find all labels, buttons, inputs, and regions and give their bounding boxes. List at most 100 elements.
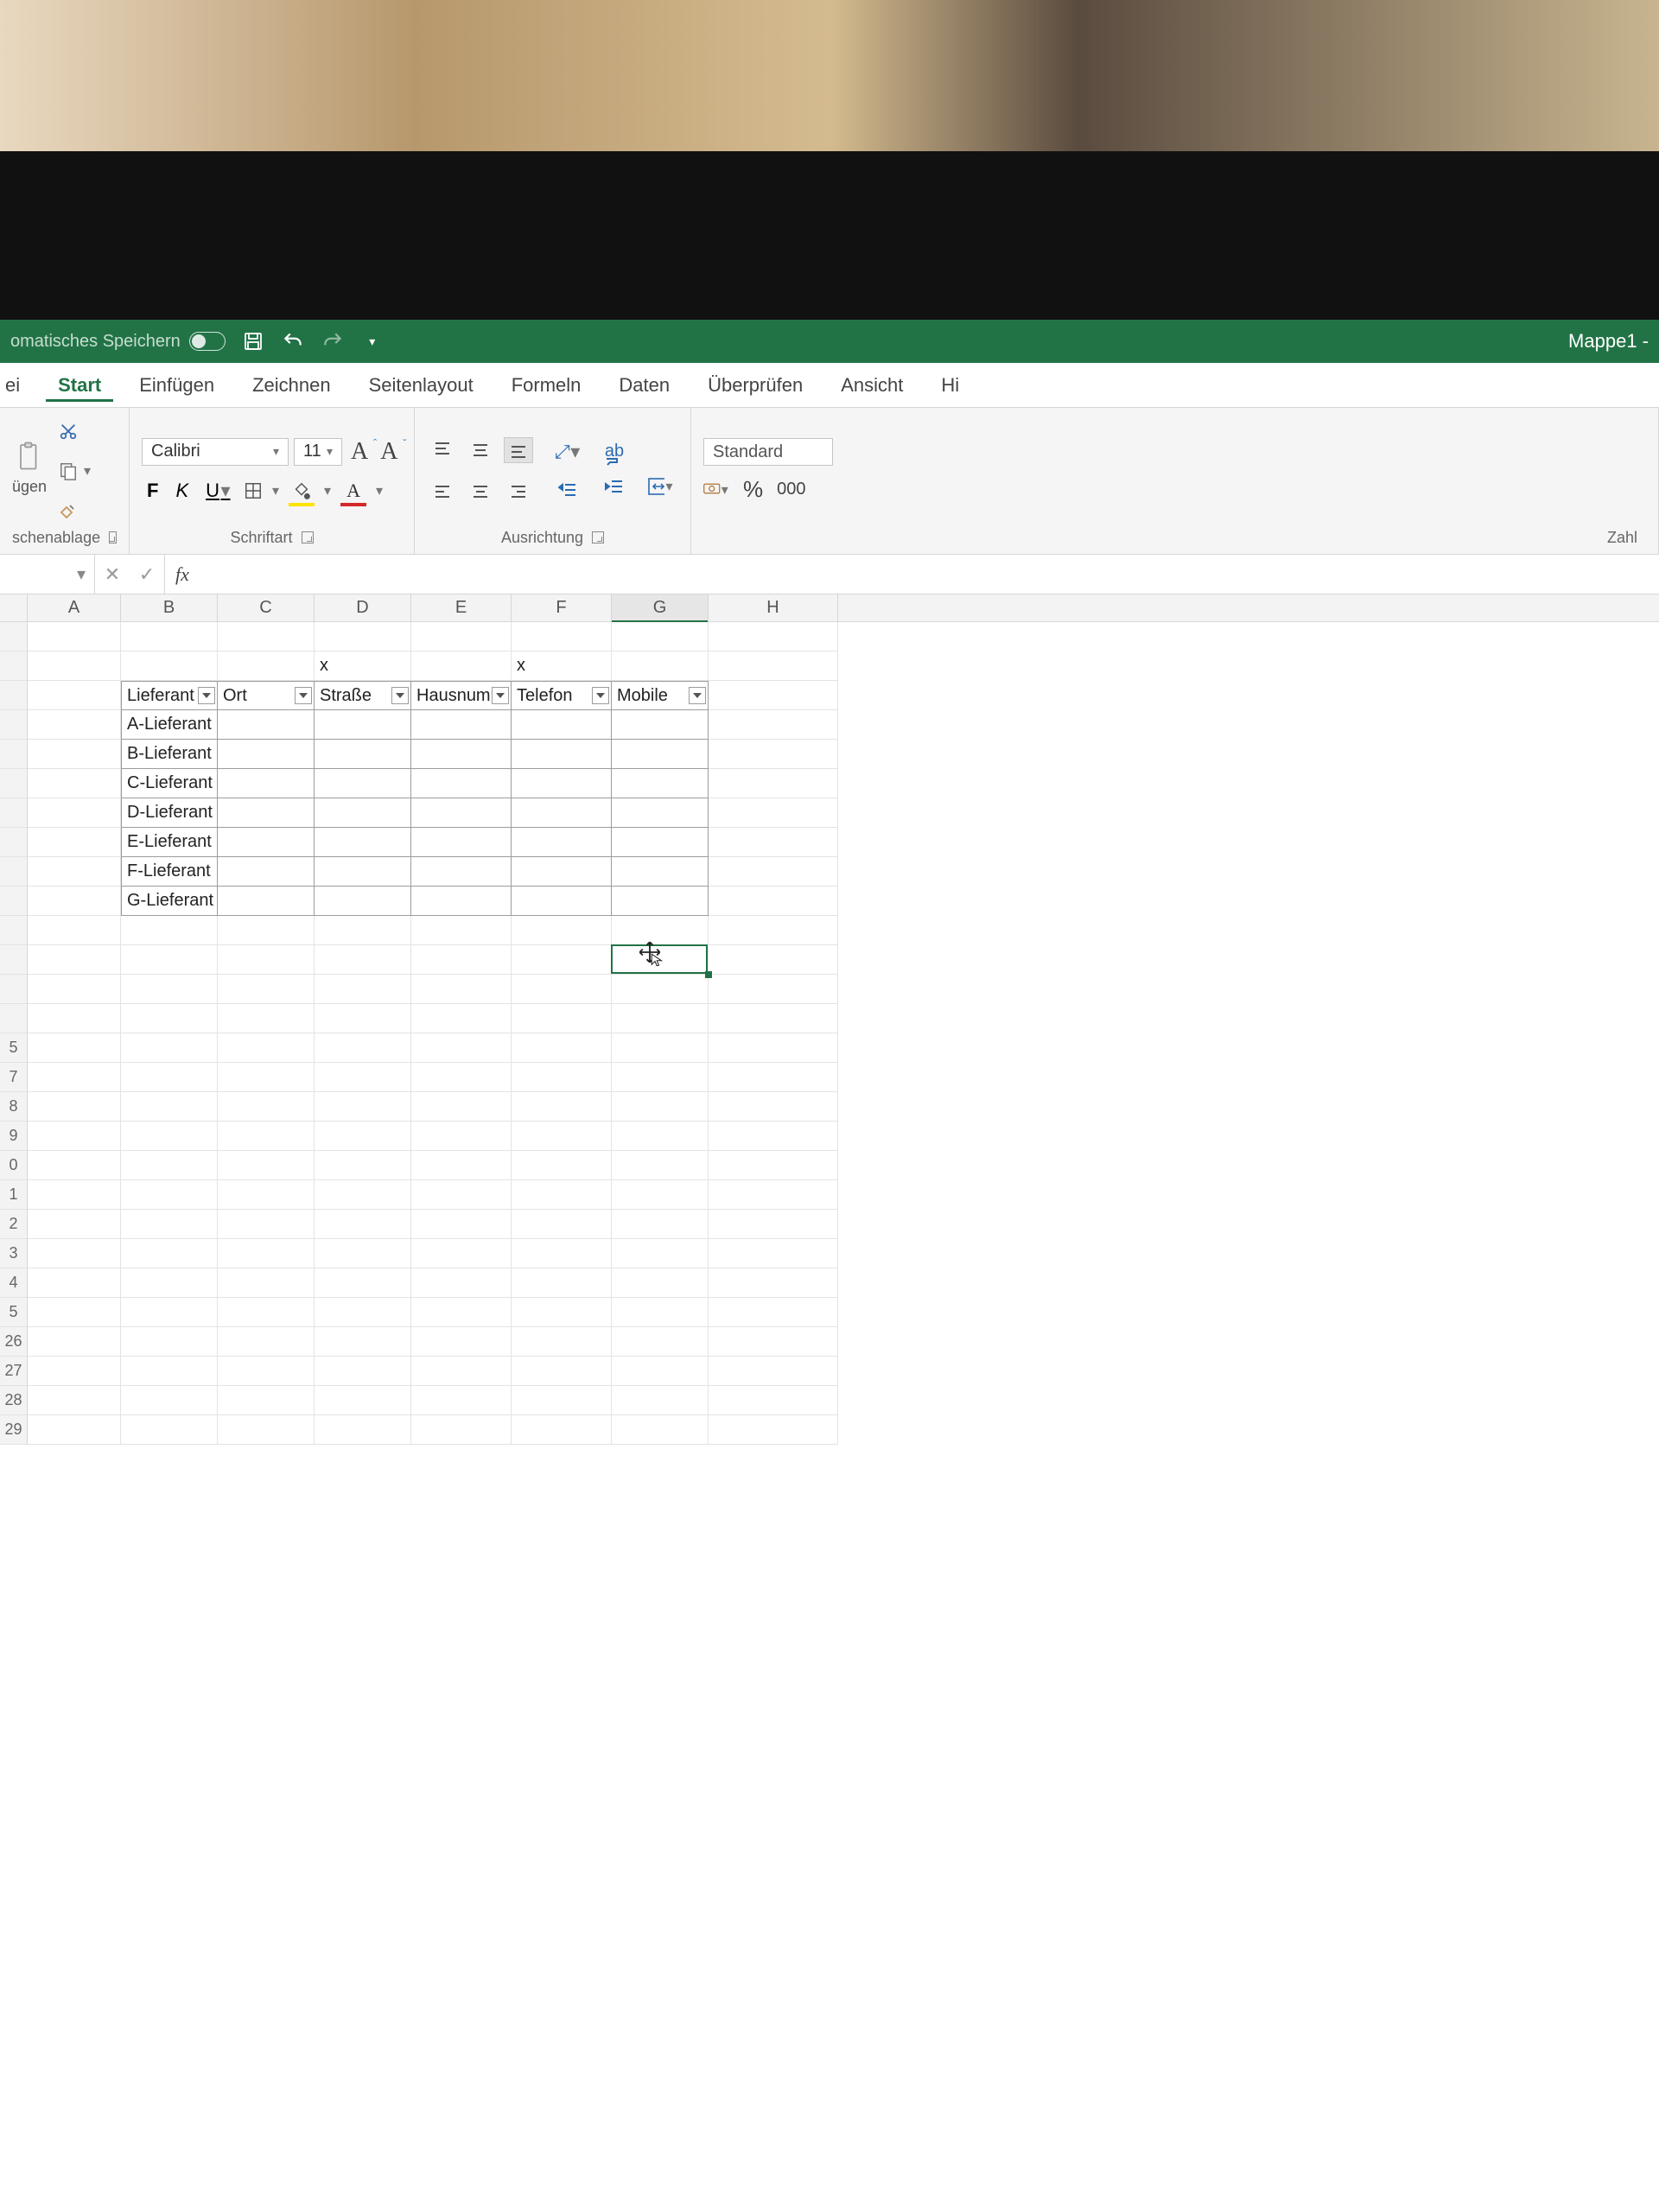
- cell[interactable]: [709, 652, 838, 681]
- cell[interactable]: [709, 681, 838, 710]
- row-header[interactable]: [0, 769, 28, 798]
- cell[interactable]: [28, 1180, 121, 1210]
- cell[interactable]: [28, 975, 121, 1004]
- cell[interactable]: [612, 1268, 709, 1298]
- chevron-down-icon[interactable]: ▾: [664, 478, 674, 495]
- tab-start[interactable]: Start: [39, 363, 120, 407]
- cancel-formula-icon[interactable]: ✕: [95, 563, 130, 586]
- cell[interactable]: [512, 887, 612, 916]
- italic-button[interactable]: K: [170, 480, 194, 502]
- number-format-combo[interactable]: Standard: [703, 438, 833, 466]
- cell[interactable]: [512, 1004, 612, 1033]
- cell[interactable]: [709, 975, 838, 1004]
- align-middle-icon[interactable]: [466, 437, 495, 463]
- cell[interactable]: [512, 622, 612, 652]
- cell[interactable]: [512, 769, 612, 798]
- row-header[interactable]: 28: [0, 1386, 28, 1415]
- column-header-E[interactable]: E: [411, 594, 512, 621]
- cell[interactable]: [709, 798, 838, 828]
- cell[interactable]: [411, 1092, 512, 1122]
- cell[interactable]: [315, 1415, 411, 1445]
- tab-file[interactable]: ei: [0, 363, 39, 407]
- cell[interactable]: [121, 1386, 218, 1415]
- cell[interactable]: [121, 1122, 218, 1151]
- row-header[interactable]: 1: [0, 1180, 28, 1210]
- cell[interactable]: [411, 1004, 512, 1033]
- tab-data[interactable]: Daten: [600, 363, 689, 407]
- wrap-text-icon[interactable]: ab: [605, 442, 624, 461]
- autosave-toggle[interactable]: omatisches Speichern: [10, 332, 226, 352]
- cell[interactable]: [315, 798, 411, 828]
- cell[interactable]: G-Lieferant: [121, 887, 218, 916]
- cell[interactable]: [512, 1239, 612, 1268]
- accept-formula-icon[interactable]: ✓: [130, 563, 164, 586]
- cell[interactable]: [411, 769, 512, 798]
- cell[interactable]: [315, 828, 411, 857]
- cell[interactable]: [121, 622, 218, 652]
- cell[interactable]: [28, 1122, 121, 1151]
- cell[interactable]: [612, 828, 709, 857]
- copy-icon[interactable]: ▾: [55, 458, 81, 484]
- row-header[interactable]: 0: [0, 1151, 28, 1180]
- cell[interactable]: [411, 945, 512, 975]
- cell[interactable]: [218, 1180, 315, 1210]
- cell[interactable]: [512, 1357, 612, 1386]
- chevron-down-icon[interactable]: ▾: [373, 482, 385, 499]
- filter-dropdown-icon[interactable]: [295, 687, 312, 704]
- cell[interactable]: [512, 1210, 612, 1239]
- cell[interactable]: [28, 916, 121, 945]
- cell[interactable]: [512, 1268, 612, 1298]
- row-header[interactable]: 3: [0, 1239, 28, 1268]
- thousands-button[interactable]: 000: [777, 480, 805, 499]
- tab-insert[interactable]: Einfügen: [120, 363, 233, 407]
- cut-icon[interactable]: [55, 418, 81, 444]
- cell[interactable]: [315, 1004, 411, 1033]
- cell[interactable]: [218, 975, 315, 1004]
- orientation-icon[interactable]: ⤢▾: [555, 439, 581, 465]
- row-header[interactable]: [0, 681, 28, 710]
- fill-handle[interactable]: [705, 971, 712, 978]
- cell[interactable]: [612, 916, 709, 945]
- font-size-combo[interactable]: 11 ▾: [294, 438, 342, 466]
- cell[interactable]: [218, 1092, 315, 1122]
- cell[interactable]: Straße: [315, 681, 411, 710]
- increase-indent-icon[interactable]: [601, 474, 627, 499]
- cell[interactable]: [612, 1386, 709, 1415]
- cell[interactable]: [218, 828, 315, 857]
- cell[interactable]: [411, 622, 512, 652]
- cell[interactable]: [411, 1033, 512, 1063]
- cell[interactable]: [709, 1063, 838, 1092]
- cell[interactable]: [315, 1033, 411, 1063]
- cell[interactable]: [612, 1210, 709, 1239]
- cell[interactable]: [121, 1151, 218, 1180]
- align-left-icon[interactable]: [428, 479, 457, 505]
- cell[interactable]: [218, 1004, 315, 1033]
- cell[interactable]: [612, 1415, 709, 1445]
- cell[interactable]: [709, 1327, 838, 1357]
- cell[interactable]: D-Lieferant: [121, 798, 218, 828]
- cell[interactable]: [709, 1386, 838, 1415]
- currency-icon[interactable]: ▾: [703, 477, 729, 503]
- underline-button[interactable]: U▾: [200, 480, 237, 502]
- row-header[interactable]: 29: [0, 1415, 28, 1445]
- cell[interactable]: [612, 857, 709, 887]
- cell[interactable]: [218, 1298, 315, 1327]
- cell[interactable]: [28, 1268, 121, 1298]
- cell[interactable]: F-Lieferant: [121, 857, 218, 887]
- tab-view[interactable]: Ansicht: [822, 363, 922, 407]
- cell[interactable]: [28, 1298, 121, 1327]
- cell[interactable]: [411, 975, 512, 1004]
- cell[interactable]: [512, 740, 612, 769]
- cell[interactable]: [28, 1210, 121, 1239]
- cell[interactable]: [612, 652, 709, 681]
- cell[interactable]: [218, 1268, 315, 1298]
- cell[interactable]: C-Lieferant: [121, 769, 218, 798]
- row-header[interactable]: 4: [0, 1268, 28, 1298]
- cell[interactable]: [121, 1092, 218, 1122]
- fx-icon[interactable]: fx: [165, 555, 200, 594]
- filter-dropdown-icon[interactable]: [391, 687, 409, 704]
- cell[interactable]: [709, 1357, 838, 1386]
- cell[interactable]: [512, 1298, 612, 1327]
- undo-icon[interactable]: [281, 329, 305, 353]
- cell[interactable]: [512, 1092, 612, 1122]
